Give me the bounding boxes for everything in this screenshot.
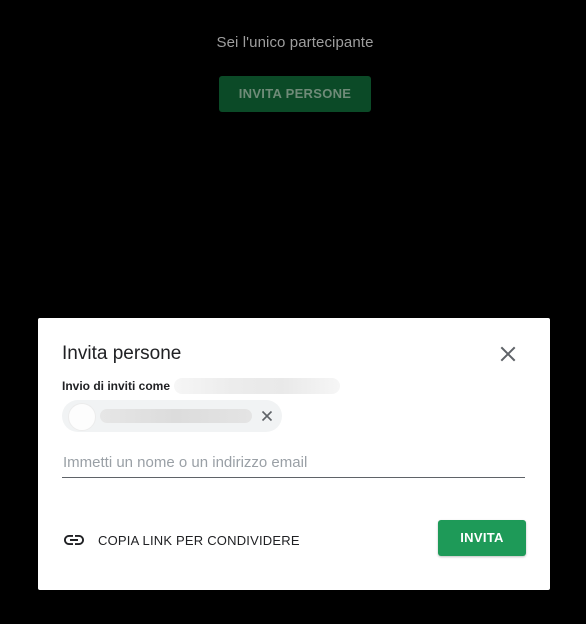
copy-link-label: COPIA LINK PER CONDIVIDERE bbox=[98, 532, 300, 548]
participant-status-text: Sei l'unico partecipante bbox=[216, 34, 374, 51]
invitee-chip bbox=[62, 400, 282, 432]
invite-button[interactable]: INVITA bbox=[438, 520, 526, 556]
invite-dialog: Invita persone Invio di inviti come Imme… bbox=[38, 318, 550, 590]
remove-invitee-button[interactable] bbox=[260, 409, 274, 423]
dialog-title: Invita persone bbox=[62, 343, 182, 364]
close-dialog-button[interactable] bbox=[496, 342, 520, 366]
sender-email-redacted bbox=[174, 378, 340, 394]
close-icon bbox=[496, 342, 520, 366]
link-icon bbox=[62, 528, 86, 552]
avatar bbox=[68, 403, 96, 431]
invite-people-button[interactable]: INVITA PERSONE bbox=[219, 76, 371, 112]
close-icon bbox=[260, 409, 274, 423]
invitee-search-input[interactable] bbox=[62, 448, 525, 478]
copy-link-button[interactable]: COPIA LINK PER CONDIVIDERE bbox=[62, 526, 300, 554]
meeting-screen: Sei l'unico partecipante INVITA PERSONE … bbox=[0, 0, 586, 624]
sender-label: Invio di inviti come bbox=[62, 379, 171, 393]
invitee-name-redacted bbox=[100, 409, 252, 423]
